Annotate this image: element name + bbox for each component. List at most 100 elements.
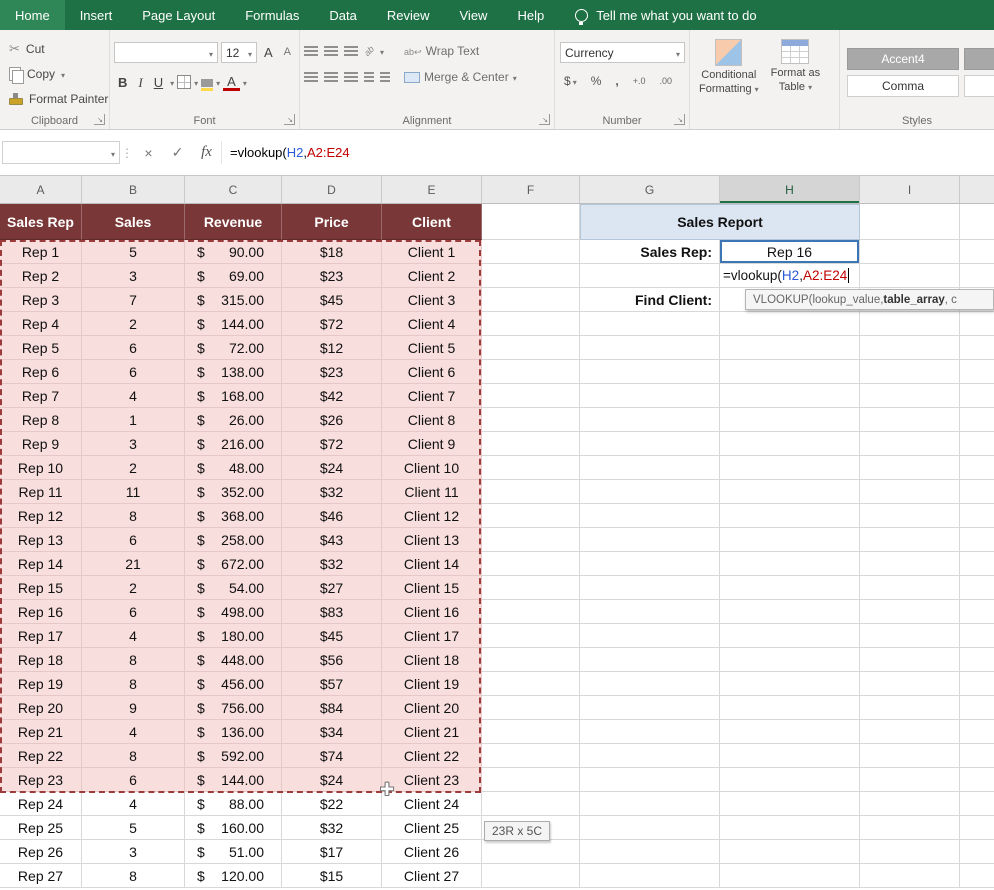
tab-data[interactable]: Data: [314, 0, 371, 30]
insert-function-button[interactable]: fx: [192, 144, 221, 161]
cell-empty[interactable]: [720, 408, 860, 432]
cell-rep[interactable]: Rep 9: [0, 432, 82, 456]
cell-sales[interactable]: 6: [82, 600, 185, 624]
cell-client[interactable]: Client 12: [382, 504, 482, 528]
borders-icon[interactable]: [177, 75, 191, 89]
tab-formulas[interactable]: Formulas: [230, 0, 314, 30]
cell-empty[interactable]: [482, 840, 580, 864]
cell-empty[interactable]: [720, 864, 860, 888]
cell-rep[interactable]: Rep 18: [0, 648, 82, 672]
cell-rep[interactable]: Rep 5: [0, 336, 82, 360]
style-chip-accent4[interactable]: Accent4: [847, 48, 959, 70]
column-header-h[interactable]: H: [720, 176, 860, 203]
column-header-g[interactable]: G: [580, 176, 720, 203]
cell-empty[interactable]: [580, 744, 720, 768]
cell-empty[interactable]: [482, 456, 580, 480]
cell-empty[interactable]: [482, 312, 580, 336]
cell-empty[interactable]: [580, 768, 720, 792]
cell-rep[interactable]: Rep 11: [0, 480, 82, 504]
cell-empty[interactable]: [860, 408, 960, 432]
align-top-icon[interactable]: [304, 46, 318, 56]
cell-price[interactable]: $84: [282, 696, 382, 720]
report-title-cell[interactable]: Sales Report: [580, 204, 860, 240]
cell-empty[interactable]: [482, 384, 580, 408]
cell-rep[interactable]: Rep 3: [0, 288, 82, 312]
cell-client[interactable]: Client 22: [382, 744, 482, 768]
cell-empty[interactable]: [720, 528, 860, 552]
cell-empty[interactable]: [860, 240, 960, 264]
cell-empty[interactable]: [720, 504, 860, 528]
cell-client[interactable]: Client 25: [382, 816, 482, 840]
cell-price[interactable]: $83: [282, 600, 382, 624]
cell-empty[interactable]: [580, 720, 720, 744]
cell-empty[interactable]: [720, 312, 860, 336]
cell-client[interactable]: Client 13: [382, 528, 482, 552]
cell-sales[interactable]: 6: [82, 336, 185, 360]
cell-price[interactable]: $17: [282, 840, 382, 864]
cell-client[interactable]: Client 4: [382, 312, 482, 336]
dialog-launcher-icon[interactable]: [539, 114, 550, 125]
cell-empty[interactable]: [580, 840, 720, 864]
cell-sales[interactable]: 3: [82, 840, 185, 864]
cell-rep[interactable]: Rep 6: [0, 360, 82, 384]
cell-client[interactable]: Client 9: [382, 432, 482, 456]
cell-empty[interactable]: [720, 768, 860, 792]
cell-revenue[interactable]: $48.00: [185, 456, 282, 480]
tab-review[interactable]: Review: [372, 0, 445, 30]
cell-empty[interactable]: [482, 672, 580, 696]
cell-empty[interactable]: [720, 384, 860, 408]
cell-empty[interactable]: [860, 648, 960, 672]
cell-client[interactable]: Client 15: [382, 576, 482, 600]
find-client-label-cell[interactable]: Find Client:: [580, 288, 720, 312]
cell-client[interactable]: Client 14: [382, 552, 482, 576]
cell-empty[interactable]: [482, 744, 580, 768]
cell-revenue[interactable]: $54.00: [185, 576, 282, 600]
cell-price[interactable]: $72: [282, 432, 382, 456]
cell-sales[interactable]: 6: [82, 768, 185, 792]
cell-empty[interactable]: [720, 624, 860, 648]
cell-empty[interactable]: [720, 360, 860, 384]
cell-empty[interactable]: [860, 204, 960, 240]
cell-client[interactable]: Client 24: [382, 792, 482, 816]
cell-client[interactable]: Client 26: [382, 840, 482, 864]
table-header-revenue[interactable]: Revenue: [185, 204, 282, 240]
cell-client[interactable]: Client 10: [382, 456, 482, 480]
cell-empty[interactable]: [860, 384, 960, 408]
cell-empty[interactable]: [720, 792, 860, 816]
cell-empty[interactable]: [860, 768, 960, 792]
cell-rep[interactable]: Rep 21: [0, 720, 82, 744]
cell-rep[interactable]: Rep 25: [0, 816, 82, 840]
cell-price[interactable]: $56: [282, 648, 382, 672]
cell-revenue[interactable]: $88.00: [185, 792, 282, 816]
cell-price[interactable]: $27: [282, 576, 382, 600]
cell-revenue[interactable]: $144.00: [185, 312, 282, 336]
cell-revenue[interactable]: $756.00: [185, 696, 282, 720]
cell-rep[interactable]: Rep 13: [0, 528, 82, 552]
cell-sales[interactable]: 3: [82, 432, 185, 456]
bold-button[interactable]: B: [114, 75, 131, 90]
cell-sales[interactable]: 4: [82, 792, 185, 816]
decrease-decimal-button[interactable]: .00: [654, 75, 677, 87]
cell-empty[interactable]: [482, 240, 580, 264]
cell-client[interactable]: Client 19: [382, 672, 482, 696]
cell-price[interactable]: $43: [282, 528, 382, 552]
cell-empty[interactable]: [720, 840, 860, 864]
cell-empty[interactable]: [860, 528, 960, 552]
cell-empty[interactable]: [580, 576, 720, 600]
cell-client[interactable]: Client 3: [382, 288, 482, 312]
cell-empty[interactable]: [580, 408, 720, 432]
cut-button[interactable]: Cut: [4, 36, 105, 61]
cell-price[interactable]: $15: [282, 864, 382, 888]
cell-sales[interactable]: 8: [82, 864, 185, 888]
underline-button[interactable]: U: [150, 75, 167, 90]
cell-sales[interactable]: 5: [82, 240, 185, 264]
tell-me-box[interactable]: Tell me what you want to do: [575, 0, 756, 30]
column-header-e[interactable]: E: [382, 176, 482, 203]
dialog-launcher-icon[interactable]: [94, 114, 105, 125]
cell-revenue[interactable]: $672.00: [185, 552, 282, 576]
cell-rep[interactable]: Rep 14: [0, 552, 82, 576]
cell-price[interactable]: $32: [282, 552, 382, 576]
cell-revenue[interactable]: $498.00: [185, 600, 282, 624]
cell-price[interactable]: $26: [282, 408, 382, 432]
cell-empty[interactable]: [580, 480, 720, 504]
